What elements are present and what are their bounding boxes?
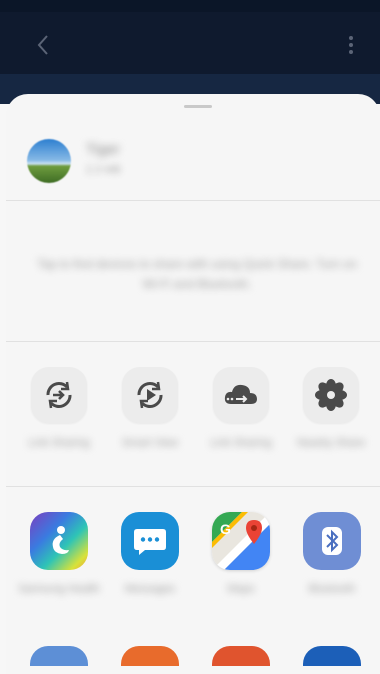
bluetooth-app-icon [322,527,342,555]
file-meta: 2.3 MB [86,164,121,176]
app-label: Samsung Health [18,583,100,595]
maps-app-icon: G [212,512,270,570]
smart-view-icon [137,381,163,409]
app-icon-partial[interactable] [212,646,270,666]
svg-text:G: G [220,521,231,537]
app-label: Maps [227,583,255,595]
more-vertical-icon [349,36,353,54]
flower-icon [315,379,347,411]
maps-app-button[interactable]: G [212,512,270,570]
app-icon-partial[interactable] [30,646,88,666]
divider [6,486,380,487]
link-sharing-button[interactable] [31,367,87,423]
drag-handle[interactable] [184,105,212,108]
file-name: Tiger [86,141,120,158]
bluetooth-app-button[interactable] [303,512,361,570]
file-thumbnail [27,139,71,183]
more-options-button[interactable] [340,32,362,58]
nearby-share-hint[interactable]: Tap to find devices to share with using … [32,254,362,294]
app-icon-partial[interactable] [121,646,179,666]
status-bar [0,0,380,12]
quick-action-label: Smart View [121,437,179,449]
back-button[interactable] [30,32,56,58]
app-icon-partial[interactable] [303,646,361,666]
health-app-icon [52,526,69,554]
messages-app-icon [134,529,166,555]
cloud-share-button[interactable] [213,367,269,423]
app-label: Messages [124,583,176,595]
app-label: Bluetooth [308,583,356,595]
health-app-button[interactable] [30,512,88,570]
quick-action-label: Link Sharing [210,437,272,449]
quick-action-label: Link Sharing [28,437,90,449]
chevron-left-icon [37,35,48,55]
link-sharing-icon [46,381,72,409]
quick-action-label: Nearby Share [297,437,365,449]
nearby-share-button[interactable] [303,367,359,423]
divider [6,341,380,342]
app-bar [0,12,380,74]
messages-app-button[interactable] [121,512,179,570]
share-sheet: Tiger 2.3 MB Tap to find devices to shar… [6,94,380,674]
divider [6,200,380,201]
smart-view-button[interactable] [122,367,178,423]
cloud-share-icon [224,384,257,404]
